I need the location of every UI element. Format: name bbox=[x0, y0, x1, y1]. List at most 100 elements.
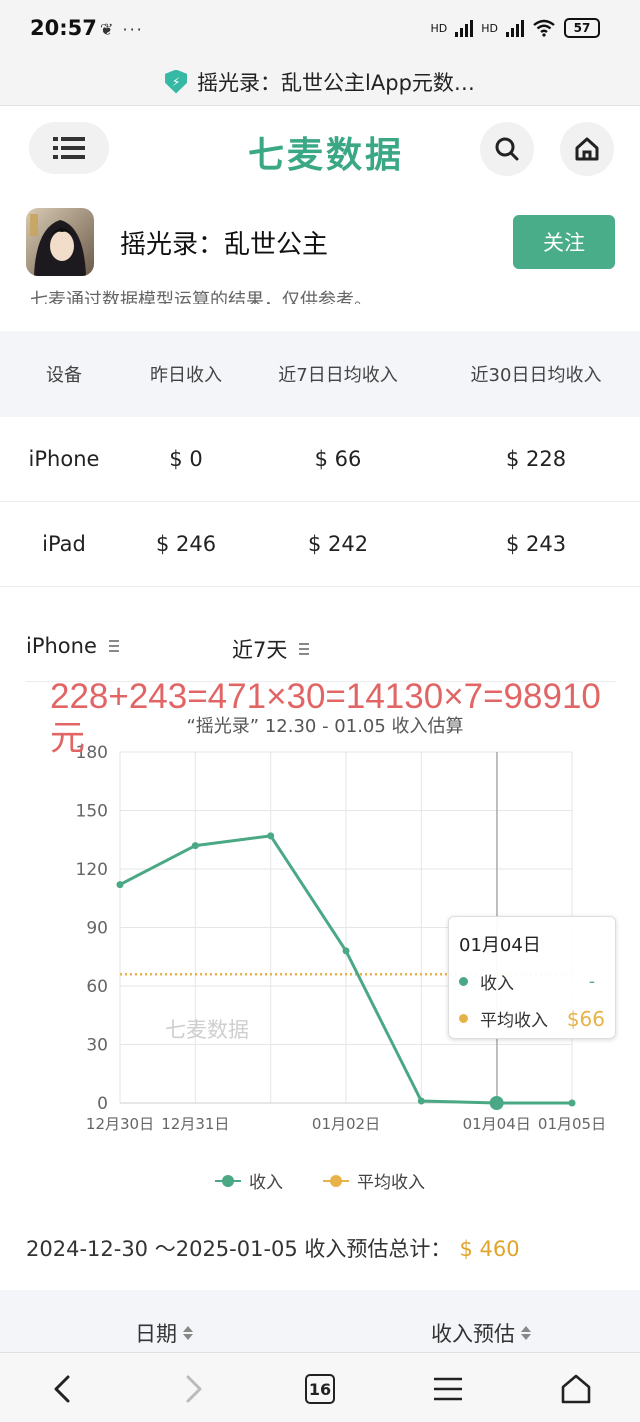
col-income-label: 收入预估 bbox=[431, 1322, 515, 1346]
handwritten-annotation: 228+243=471×30=14130×7=98910元 bbox=[50, 677, 601, 758]
home-outline-icon bbox=[561, 1374, 591, 1404]
legend-label: 平均收入 bbox=[357, 1173, 425, 1193]
search-icon bbox=[495, 137, 519, 161]
tooltip-date: 01月04日 bbox=[459, 935, 541, 956]
x-tick-label: 12月31日 bbox=[161, 1115, 229, 1133]
search-button[interactable] bbox=[480, 122, 534, 176]
y-tick-label: 90 bbox=[86, 919, 108, 939]
app-icon[interactable] bbox=[26, 208, 94, 276]
legend-marker bbox=[215, 1174, 241, 1187]
site-logo[interactable]: 七麦数据 bbox=[248, 126, 404, 178]
tabs-button[interactable]: 16 bbox=[298, 1367, 342, 1411]
col-date[interactable]: 日期 bbox=[135, 1318, 193, 1348]
wifi-icon bbox=[533, 19, 555, 37]
income-table-header: 设备 昨日收入 近7日日均收入 近30日日均收入 bbox=[0, 331, 640, 417]
date-table-header: 日期 收入预估 bbox=[0, 1290, 640, 1352]
status-bar: 20:57 ❦ ··· HD HD 57 bbox=[0, 0, 640, 58]
legend-item-average[interactable]: 平均收入 bbox=[323, 1168, 425, 1193]
tooltip-row: 平均收入 $66 bbox=[459, 1006, 605, 1031]
browser-nav-bar: 16 bbox=[0, 1352, 640, 1422]
x-tick-label: 12月30日 bbox=[86, 1115, 154, 1133]
network-label: HD bbox=[430, 21, 448, 35]
forward-arrow-icon bbox=[186, 1375, 202, 1403]
cell-device: iPhone bbox=[28, 447, 100, 471]
cell-yesterday: $ 0 bbox=[169, 447, 203, 471]
forward-button[interactable] bbox=[172, 1367, 216, 1411]
range-selector[interactable]: 近7天 bbox=[232, 634, 310, 664]
signal-icon-2 bbox=[506, 19, 524, 37]
data-point bbox=[489, 1096, 504, 1110]
data-point bbox=[191, 842, 199, 850]
disclaimer-text: 七麦通过数据模型运算的结果，仅供参考。 bbox=[30, 290, 372, 304]
dropdown-icon bbox=[108, 640, 119, 652]
total-amount: $ 460 bbox=[459, 1237, 520, 1261]
home-icon bbox=[575, 137, 599, 161]
x-tick-label: 01月04日 bbox=[463, 1115, 531, 1133]
tooltip-label: 收入 bbox=[480, 974, 514, 994]
status-right: HD HD 57 bbox=[430, 18, 600, 38]
page-url-title[interactable]: 摇光录：乱世公主lApp元数… bbox=[197, 67, 475, 97]
tooltip-dot bbox=[459, 977, 468, 986]
shield-icon: ⚡ bbox=[165, 69, 188, 94]
data-point bbox=[342, 947, 350, 955]
site-header: 七麦数据 bbox=[0, 106, 640, 196]
x-tick-label: 01月05日 bbox=[538, 1115, 606, 1133]
col-30day: 近30日日均收入 bbox=[470, 365, 602, 386]
legend-marker bbox=[323, 1174, 349, 1187]
total-label: 2024-12-30 ～2025-01-05 收入预估总计： bbox=[26, 1237, 452, 1261]
back-arrow-icon bbox=[54, 1375, 70, 1403]
hamburger-menu-icon bbox=[434, 1377, 462, 1401]
home-button[interactable] bbox=[560, 122, 614, 176]
chart-tooltip: 01月04日 收入 - 平均收入 $66 bbox=[448, 916, 616, 1039]
data-point bbox=[267, 832, 275, 840]
app-bar: 摇光录：乱世公主 关注 bbox=[0, 196, 640, 291]
range-selector-label: 近7天 bbox=[232, 638, 288, 662]
x-tick-label: 01月02日 bbox=[312, 1115, 380, 1133]
col-income-estimate[interactable]: 收入预估 bbox=[431, 1318, 531, 1348]
y-tick-label: 60 bbox=[86, 977, 108, 997]
cell-device: iPad bbox=[42, 532, 86, 556]
chart-watermark: 七麦数据 bbox=[165, 1019, 249, 1042]
col-yesterday: 昨日收入 bbox=[150, 365, 222, 386]
menu-nav-button[interactable] bbox=[426, 1367, 470, 1411]
col-device: 设备 bbox=[46, 365, 82, 386]
table-row: iPhone $ 0 $ 66 $ 228 bbox=[0, 417, 640, 502]
cell-30day: $ 243 bbox=[505, 532, 567, 556]
status-time: 20:57 bbox=[30, 16, 97, 40]
follow-button[interactable]: 关注 bbox=[513, 215, 615, 269]
tooltip-value: - bbox=[588, 971, 595, 992]
tooltip-label: 平均收入 bbox=[480, 1011, 548, 1031]
tabs-count-icon: 16 bbox=[305, 1374, 335, 1404]
col-date-label: 日期 bbox=[135, 1322, 177, 1346]
notification-icons: ❦ ··· bbox=[100, 20, 144, 39]
sort-icon bbox=[521, 1326, 531, 1340]
tooltip-dot bbox=[459, 1014, 468, 1023]
sort-icon bbox=[183, 1326, 193, 1340]
address-bar[interactable]: ⚡ 摇光录：乱世公主lApp元数… bbox=[0, 58, 640, 106]
back-button[interactable] bbox=[40, 1367, 84, 1411]
network-label-2: HD bbox=[481, 21, 498, 35]
data-point bbox=[116, 881, 124, 889]
y-tick-label: 120 bbox=[76, 860, 108, 880]
y-tick-label: 0 bbox=[97, 1094, 108, 1114]
tooltip-value: $66 bbox=[566, 1006, 605, 1031]
cell-yesterday: $ 246 bbox=[155, 532, 217, 556]
tooltip-row: 收入 - bbox=[459, 969, 605, 994]
table-row: iPad $ 246 $ 242 $ 243 bbox=[0, 502, 640, 587]
legend-label: 收入 bbox=[249, 1173, 283, 1193]
chart-legend: 收入 平均收入 bbox=[0, 1168, 640, 1193]
app-name: 摇光录：乱世公主 bbox=[120, 230, 329, 260]
legend-item-income[interactable]: 收入 bbox=[215, 1168, 283, 1193]
cell-7day: $ 242 bbox=[307, 532, 369, 556]
home-nav-button[interactable] bbox=[554, 1367, 598, 1411]
y-tick-label: 30 bbox=[86, 1036, 108, 1056]
total-estimate: 2024-12-30 ～2025-01-05 收入预估总计： $ 460 bbox=[26, 1233, 520, 1263]
device-selector[interactable]: iPhone bbox=[26, 634, 119, 658]
battery-icon: 57 bbox=[564, 18, 600, 38]
data-point bbox=[417, 1097, 425, 1105]
device-selector-label: iPhone bbox=[26, 634, 97, 658]
col-7day: 近7日日均收入 bbox=[278, 365, 398, 386]
cell-30day: $ 228 bbox=[505, 447, 567, 471]
data-point bbox=[568, 1099, 576, 1107]
menu-button[interactable] bbox=[29, 122, 109, 174]
